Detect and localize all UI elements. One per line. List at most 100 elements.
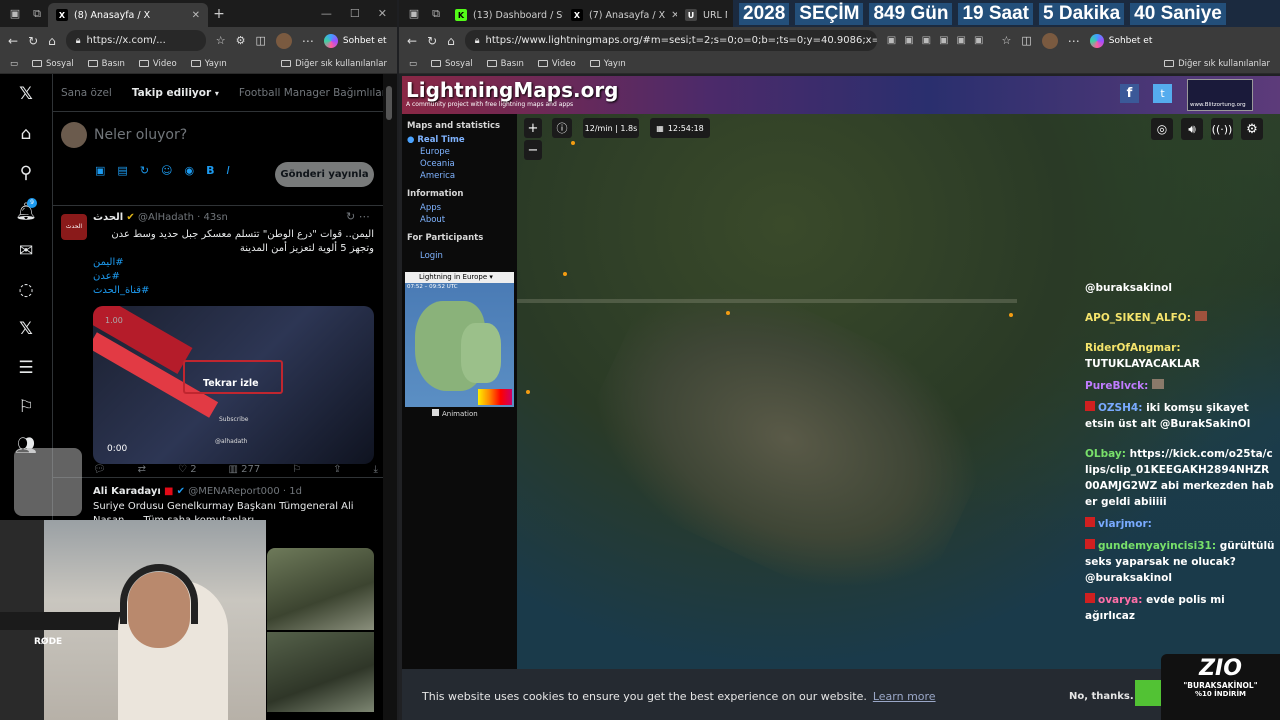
tweet-image[interactable] (267, 632, 374, 712)
copilot-button[interactable]: Sohbet et (323, 33, 387, 48)
x-logo-icon[interactable]: 𝕏 (14, 82, 38, 106)
post-button[interactable]: Gönderi yayınla (275, 162, 374, 187)
more-options-icon[interactable]: ↻ ⋯ (346, 210, 370, 223)
bold-icon[interactable]: B (206, 164, 214, 177)
bookmark-yayin[interactable]: Yayın (190, 59, 227, 69)
grok-icon[interactable]: ↻ (140, 164, 149, 177)
image-icon[interactable]: ▣ (95, 164, 105, 177)
tweet-alhadath[interactable]: الحدث الحدث ✔ @AlHadath · 43sn ↻ ⋯ اليمن… (53, 206, 383, 478)
link-oceania[interactable]: Oceania (402, 158, 517, 170)
link-login[interactable]: Login (402, 250, 517, 262)
profile-avatar[interactable] (275, 32, 292, 49)
italic-icon[interactable]: I (227, 164, 230, 177)
sidebar-toggle-icon[interactable]: ▭ (10, 59, 18, 69)
link-about[interactable]: About (402, 214, 517, 226)
explore-nav-icon[interactable]: ⚲ (14, 161, 38, 185)
like-button[interactable]: ♡ 2 (178, 464, 197, 475)
lightning-map[interactable]: + − ⓘ 12/min | 1.8s ▦ 12:54:18 ◎ 🔊︎ ((·))… (517, 114, 1280, 669)
back-icon[interactable]: ← (8, 34, 18, 48)
blitzortung-logo[interactable]: www.Blitzortung.org (1187, 79, 1253, 111)
locate-icon[interactable]: ◎ (1151, 118, 1173, 140)
twitter-icon[interactable]: t (1153, 84, 1172, 103)
workspaces-icon[interactable]: ▣ (403, 7, 425, 20)
tab-actions-icon[interactable]: ⧉ (425, 7, 447, 21)
grok-nav-icon[interactable]: ◌ (14, 278, 38, 302)
emoji-icon[interactable]: ☺ (161, 164, 172, 177)
compose-input[interactable]: Neler oluyor? (94, 127, 187, 143)
tweet-video[interactable]: 1.00 Tekrar izle Subscribe @alhadath 0:0… (93, 306, 374, 464)
location-icon[interactable]: ◉ (185, 164, 195, 177)
close-tab-icon[interactable]: ✕ (192, 10, 200, 21)
lm-logo[interactable]: LightningMaps.org (406, 78, 619, 102)
link-apps[interactable]: Apps (402, 202, 517, 214)
views-button[interactable]: ▥ 277 (229, 464, 261, 475)
split-icon[interactable]: ◫ (256, 34, 266, 47)
extensions-icon[interactable]: ⚙ (236, 34, 246, 47)
hashtag[interactable]: #قناة_الحدث (93, 284, 374, 298)
url-field[interactable]: 🔒︎ https://x.com/... (65, 30, 206, 51)
new-tab-icon[interactable]: + (208, 6, 230, 22)
favorites-icon[interactable]: ☆ (216, 34, 226, 47)
more-icon[interactable]: ⋯ (302, 34, 314, 48)
share-icon[interactable]: ⇪ (333, 464, 341, 475)
close-window-icon[interactable]: ✕ (378, 7, 387, 20)
link-europe[interactable]: Europe (402, 146, 517, 158)
scrollbar[interactable] (383, 74, 397, 720)
bookmark-video[interactable]: Video (537, 59, 576, 69)
minimap-select[interactable]: Lightning in Europe ▾ (405, 272, 514, 283)
reload-icon[interactable]: ↻ (427, 34, 437, 48)
premium-nav-icon[interactable]: 𝕏 (14, 317, 38, 341)
zoom-out-button[interactable]: − (524, 140, 542, 160)
back-icon[interactable]: ← (407, 34, 417, 48)
bookmarks-nav-icon[interactable]: ⚐ (14, 395, 38, 419)
hashtag[interactable]: #اليمن (93, 256, 374, 270)
retweet-icon[interactable]: ⇄ (138, 464, 146, 475)
bookmark-other[interactable]: Diğer sık kullanılanlar (281, 59, 387, 69)
tab-following[interactable]: Takip ediliyor ▾ (132, 87, 219, 99)
link-america[interactable]: America (402, 170, 517, 182)
bookmark-basin[interactable]: Basın (87, 59, 125, 69)
home-icon[interactable]: ⌂ (447, 34, 455, 48)
facebook-icon[interactable]: f (1120, 84, 1139, 103)
tweet-image[interactable] (267, 548, 374, 630)
hashtag[interactable]: #عدن (93, 270, 374, 284)
sidebar-toggle-icon[interactable]: ▭ (409, 59, 417, 69)
settings-icon[interactable]: ⚙ (1241, 118, 1263, 140)
sound-icon[interactable]: 🔊︎ (1181, 118, 1203, 140)
bookmark-video[interactable]: Video (138, 59, 177, 69)
favorites-icon[interactable]: ☆ (1001, 34, 1011, 47)
bookmark-sosyal[interactable]: Sosyal (431, 59, 473, 69)
tab-x-home[interactable]: X (8) Anasayfa / X ✕ (48, 3, 208, 27)
minimap[interactable]: 07:52 – 09:52 UTC (405, 283, 514, 407)
extension-icons[interactable]: ▣▣▣▣▣▣ (887, 35, 992, 46)
reply-icon[interactable]: 💬︎ (93, 464, 106, 475)
decline-button[interactable]: No, thanks. (1069, 691, 1134, 702)
zoom-in-button[interactable]: + (524, 118, 542, 138)
url-field[interactable]: 🔒︎ https://www.lightningmaps.org/#m=sesi… (464, 30, 877, 51)
reload-icon[interactable]: ↻ (28, 34, 38, 48)
home-nav-icon[interactable]: ⌂ (14, 122, 38, 146)
bookmark-yayin[interactable]: Yayın (589, 59, 626, 69)
maximize-icon[interactable]: ☐ (350, 7, 360, 20)
bookmark-icon[interactable]: ⚐ (292, 464, 301, 475)
home-icon[interactable]: ⌂ (48, 34, 56, 48)
replay-button[interactable]: Tekrar izle (203, 378, 259, 389)
minimize-icon[interactable]: — (321, 7, 332, 20)
broadcast-icon[interactable]: ((·)) (1211, 118, 1233, 140)
bookmark-basin[interactable]: Basın (486, 59, 524, 69)
download-icon[interactable]: ⤓ (374, 464, 378, 475)
animation-toggle[interactable]: Animation (432, 409, 517, 418)
bookmark-other[interactable]: Diğer sık kullanılanlar (1164, 59, 1270, 69)
messages-nav-icon[interactable]: ✉ (14, 239, 38, 263)
notifications-nav-icon[interactable]: 🔔︎ 9 (14, 198, 38, 224)
tab-x-home[interactable]: X (7) Anasayfa / X ✕ (563, 3, 677, 27)
tab-for-you[interactable]: Sana özel (61, 87, 112, 99)
more-icon[interactable]: ⋯ (1068, 34, 1080, 48)
tab-fm-community[interactable]: Football Manager Bağımlıları (239, 87, 389, 99)
tab-url-ninja[interactable]: U URL Ninj (677, 3, 727, 27)
gif-icon[interactable]: ▤ (117, 164, 127, 177)
lists-nav-icon[interactable]: ☰ (14, 356, 38, 380)
link-realtime[interactable]: ● Real Time (402, 134, 517, 146)
split-icon[interactable]: ◫ (1021, 34, 1031, 47)
tab-dashboard[interactable]: K (13) Dashboard / Stre (447, 3, 563, 27)
